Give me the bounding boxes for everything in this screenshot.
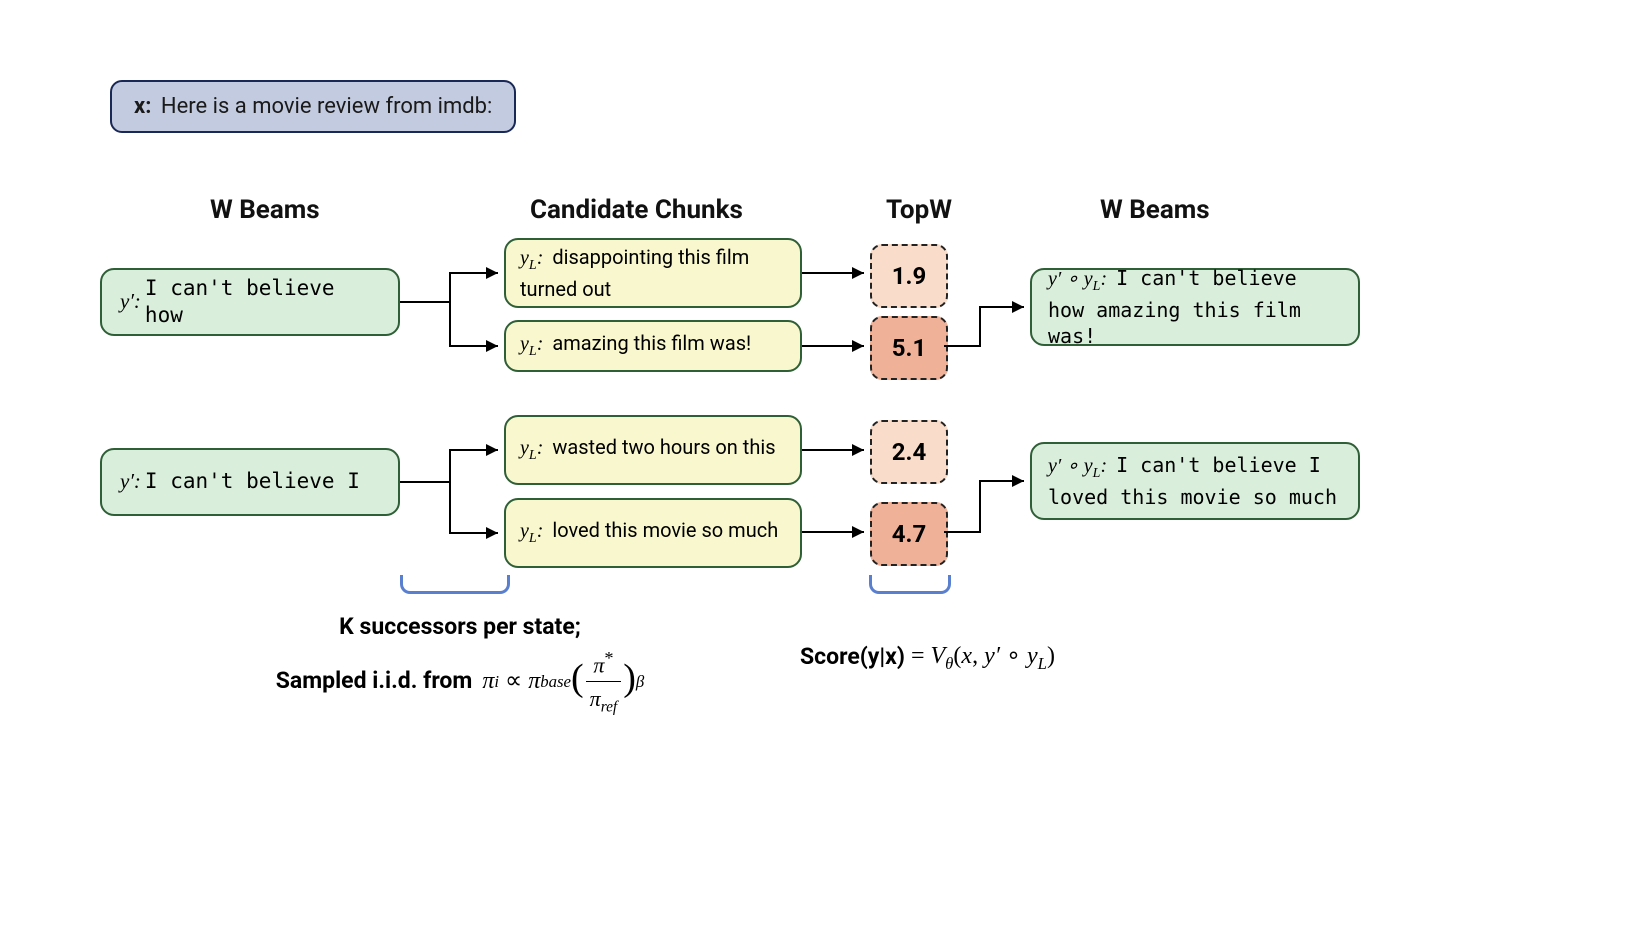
prompt-prefix: x:: [134, 94, 151, 119]
score-2: 2.4: [870, 420, 948, 484]
cand-var: yL:: [520, 247, 543, 269]
caption-score: Score(y|x) = Vθ(x, y′ ∘ yL): [800, 638, 1260, 676]
score-3: 4.7: [870, 502, 948, 566]
cand-var: yL:: [520, 520, 543, 542]
score-0: 1.9: [870, 244, 948, 308]
beam-text: I can't believe how: [145, 275, 380, 330]
bracket-candidates: [400, 575, 510, 594]
beam-var: y′:: [120, 288, 141, 315]
beam-text: I can't believe I: [145, 468, 360, 495]
cand-text: amazing this film was!: [552, 331, 751, 355]
col-title-beams-left: W Beams: [210, 195, 320, 225]
candidate-1: yL: amazing this film was!: [504, 320, 802, 372]
candidate-2: yL: wasted two hours on this: [504, 415, 802, 485]
candidate-3: yL: loved this movie so much: [504, 498, 802, 568]
out-var: y′ ∘ yL:: [1048, 268, 1107, 290]
formula-sampler: πi ∝ πbase ( π* πref )β: [482, 645, 644, 719]
output-1: y′ ∘ yL: I can't believe I loved this mo…: [1030, 442, 1360, 520]
prompt-box: x: Here is a movie review from imdb:: [110, 80, 516, 133]
cand-text: loved this movie so much: [552, 518, 778, 542]
formula-score: = Vθ(x, y′ ∘ yL): [911, 638, 1055, 676]
cand-text: disappointing this film turned out: [520, 245, 749, 300]
bracket-scores: [869, 575, 951, 594]
cand-var: yL:: [520, 333, 543, 355]
caption-successors: K successors per state; Sampled i.i.d. f…: [240, 610, 680, 718]
score-1: 5.1: [870, 316, 948, 380]
beam-box-0: y′: I can't believe how: [100, 268, 400, 336]
beam-box-1: y′: I can't believe I: [100, 448, 400, 516]
col-title-topw: TopW: [886, 195, 952, 225]
output-0: y′ ∘ yL: I can't believe how amazing thi…: [1030, 268, 1360, 346]
cand-var: yL:: [520, 437, 543, 459]
cand-text: wasted two hours on this: [552, 435, 775, 459]
caption-successors-l1: K successors per state;: [240, 610, 680, 645]
candidate-0: yL: disappointing this film turned out: [504, 238, 802, 308]
beam-var: y′:: [120, 468, 141, 495]
out-var: y′ ∘ yL:: [1048, 455, 1107, 477]
col-title-candidates: Candidate Chunks: [530, 195, 743, 225]
col-title-beams-right: W Beams: [1100, 195, 1210, 225]
caption-successors-l2: Sampled i.i.d. from: [276, 664, 473, 699]
prompt-text: Here is a movie review from imdb:: [161, 94, 492, 119]
